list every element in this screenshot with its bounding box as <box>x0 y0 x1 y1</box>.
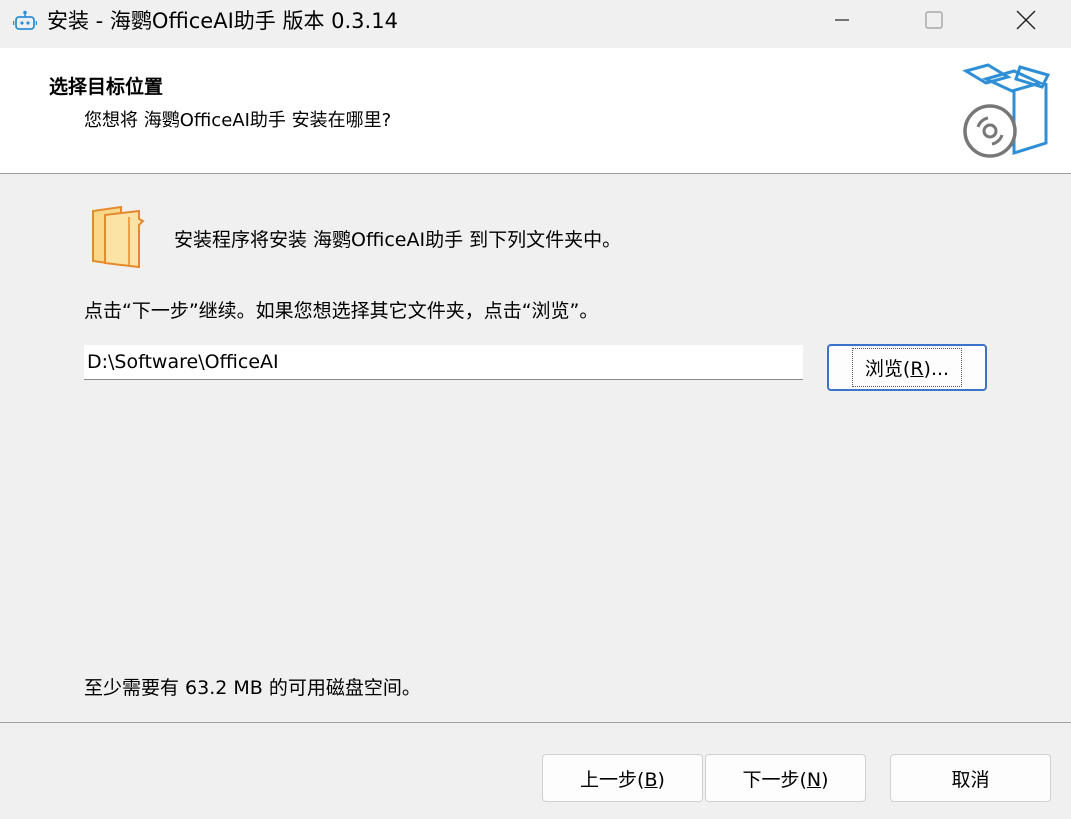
back-button-label: 上一步(B) <box>580 768 665 791</box>
window-title: 安装 - 海鹦OfficeAI助手 版本 0.3.14 <box>47 9 398 33</box>
page-subtitle: 您想将 海鹦OfficeAI助手 安装在哪里? <box>84 110 392 131</box>
folder-icon <box>89 205 147 269</box>
install-box-icon <box>958 61 1058 161</box>
next-button-label: 下一步(N) <box>742 768 829 791</box>
back-button[interactable]: 上一步(B) <box>542 754 703 802</box>
install-path-input[interactable] <box>84 345 803 380</box>
minimize-button[interactable] <box>796 0 888 44</box>
browse-button[interactable]: 浏览(R)... <box>827 344 987 391</box>
robot-icon <box>12 10 38 32</box>
close-icon <box>1016 10 1036 34</box>
next-button[interactable]: 下一步(N) <box>705 754 866 802</box>
footer-divider <box>0 722 1071 723</box>
wizard-header: 选择目标位置 您想将 海鹦OfficeAI助手 安装在哪里? <box>0 48 1071 174</box>
cancel-button-label: 取消 <box>951 768 990 791</box>
page-title: 选择目标位置 <box>49 76 164 98</box>
maximize-button[interactable] <box>888 0 980 44</box>
close-button[interactable] <box>980 0 1071 44</box>
cancel-button[interactable]: 取消 <box>890 754 1051 802</box>
browse-button-label: 浏览(R)... <box>851 348 963 387</box>
disk-space-text: 至少需要有 63.2 MB 的可用磁盘空间。 <box>84 677 421 699</box>
instruction-text: 点击“下一步”继续。如果您想选择其它文件夹，点击“浏览”。 <box>84 300 599 322</box>
maximize-icon <box>925 11 943 33</box>
title-bar: 安装 - 海鹦OfficeAI助手 版本 0.3.14 <box>0 0 1071 44</box>
minimize-icon <box>834 12 850 32</box>
install-info-text: 安装程序将安装 海鹦OfficeAI助手 到下列文件夹中。 <box>174 229 622 251</box>
